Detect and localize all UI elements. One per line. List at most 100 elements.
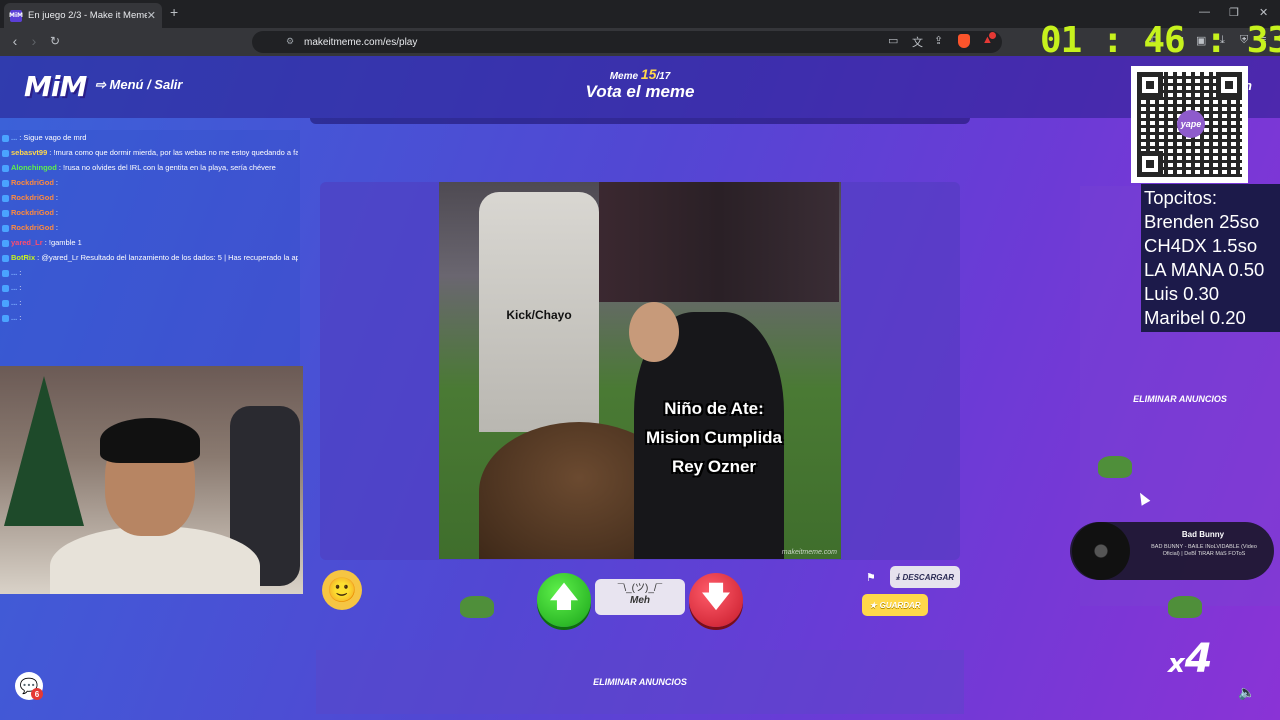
donation-entry: CH4DX 1.5so (1144, 235, 1258, 256)
christmas-tree (4, 376, 84, 526)
yape-logo: yape (1177, 110, 1205, 138)
chat-username[interactable]: RockdriGod (11, 223, 54, 232)
stream-chat: ...: Sigue vago de mrd sebasvt99: !mura c… (0, 130, 300, 366)
forward-icon[interactable]: › (25, 33, 43, 49)
ad-banner-bottom[interactable]: ELIMINAR ANUNCIOS (316, 650, 964, 714)
chat-username[interactable]: ... (11, 298, 17, 307)
chat-username[interactable]: RockdriGod (11, 193, 54, 202)
meme-caption-line: Niño de Ate: (664, 399, 764, 418)
remove-ads-label: ELIMINAR ANUNCIOS (593, 677, 687, 687)
chat-text: : (55, 178, 59, 187)
share-icon[interactable]: ⇪ (934, 34, 943, 47)
chat-username[interactable]: sebasvt99 (11, 148, 47, 157)
chat-message: RockdriGod: (2, 177, 298, 188)
chat-badge-icon (2, 149, 9, 157)
cast-icon[interactable]: ▭ (888, 34, 898, 47)
chat-message: RockdriGod: (2, 207, 298, 218)
meme-suit-man-head (629, 302, 679, 362)
back-icon[interactable]: ‹ (6, 33, 24, 49)
brave-shield-icon[interactable] (958, 34, 970, 48)
chat-username[interactable]: RockdriGod (11, 178, 54, 187)
top-donations-panel: Topcitos: Brenden 25so CH4DX 1.5so LA MA… (1141, 184, 1280, 332)
upvote-button[interactable]: 🡅 (537, 573, 591, 627)
qr-pattern: yape (1137, 72, 1242, 177)
remove-ads-label-right[interactable]: ELIMINAR ANUNCIOS (1080, 394, 1280, 404)
meme-caption: Niño de Ate: Mision Cumplida Rey Ozner (639, 394, 789, 481)
chat-badge-icon (2, 209, 9, 217)
donation-entry: LA MANA 0.50 (1144, 259, 1265, 280)
vinyl-disc-icon (1072, 522, 1130, 580)
chat-username[interactable]: ... (11, 268, 17, 277)
chat-message: ...: Sigue vago de mrd (2, 132, 298, 143)
chat-badge-icon (2, 179, 9, 187)
report-flag-icon[interactable]: ⚑ (866, 571, 876, 584)
donation-entry: Luis 0.30 (1144, 283, 1220, 304)
top-donations-title: Topcitos: (1144, 187, 1218, 208)
tab-title: En juego 2/3 - Make it Meme (28, 10, 147, 21)
game-header: MiM ⇨ Menú / Salir Meme 15/17 Vota el me… (0, 56, 1280, 118)
chat-text: : !mura como que dormir mierda, por las … (49, 148, 298, 157)
reload-icon[interactable]: ↻ (46, 34, 64, 48)
chat-badge-icon (2, 194, 9, 202)
chat-text: : @yared_Lr Resultado del lanzamiento de… (37, 253, 298, 262)
chat-message: yared_Lr: !gamble 1 (2, 237, 298, 248)
chat-badge-icon (2, 269, 9, 277)
chat-username[interactable]: Alonchingod (11, 163, 57, 172)
download-button[interactable]: ⤓ DESCARGAR (890, 566, 960, 588)
url-text: makeitmeme.com/es/play (304, 36, 418, 48)
page-title: Vota el meme (585, 82, 695, 101)
chat-message: RockdriGod: (2, 192, 298, 203)
game-page: MiM ⇨ Menú / Salir Meme 15/17 Vota el me… (0, 56, 1280, 720)
meme-background-people (599, 182, 839, 302)
menu-exit-link[interactable]: ⇨ Menú / Salir (95, 77, 182, 93)
chat-username[interactable]: ... (11, 133, 17, 142)
site-info-icon[interactable]: ⚙ (286, 36, 294, 47)
downvote-button[interactable]: 🡇 (689, 573, 743, 627)
chat-text: : (19, 283, 22, 292)
pepe-emote-icon (460, 596, 494, 618)
favicon-icon: MiM (9, 9, 23, 22)
chat-username[interactable]: BotRix (11, 253, 35, 262)
mim-logo[interactable]: MiM (24, 70, 87, 103)
header-progress-bar (310, 118, 970, 124)
chat-username[interactable]: ... (11, 313, 17, 322)
meme-counter: Meme 15/17 (540, 66, 740, 82)
close-tab-icon[interactable]: ✕ (147, 9, 156, 22)
chat-message: ...: (2, 267, 298, 278)
save-label: GUARDAR (879, 600, 921, 610)
browser-tab[interactable]: MiM En juego 2/3 - Make it Meme ✕ (4, 3, 162, 28)
qr-finder (1216, 72, 1242, 98)
maximize-icon[interactable]: ❐ (1229, 6, 1239, 19)
streamer-hair (100, 418, 200, 463)
chat-message: ...: (2, 312, 298, 323)
exit-icon: ⇨ (95, 77, 110, 92)
new-tab-icon[interactable]: + (170, 4, 178, 20)
meh-button[interactable]: ¯\_(ツ)_/¯ Meh (595, 579, 685, 615)
reaction-emoji-button[interactable]: 🙂 (322, 570, 362, 610)
volume-icon[interactable]: 🔈 (1238, 684, 1255, 701)
chat-username[interactable]: ... (11, 283, 17, 292)
meh-face: ¯\_(ツ)_/¯ (617, 583, 663, 594)
chat-text: : (19, 313, 22, 322)
chat-text: : (55, 208, 59, 217)
translate-icon[interactable]: 文 (912, 34, 923, 50)
chat-badge-icon (2, 299, 9, 307)
close-window-icon[interactable]: ✕ (1259, 6, 1268, 19)
pepe-emote-icon (1098, 456, 1132, 478)
download-icon: ⤓ (895, 572, 900, 581)
meme-caption-line: Mision Cumplida (646, 428, 782, 447)
chat-badge-icon (2, 284, 9, 292)
meme-caption-line: Rey Ozner (671, 457, 757, 476)
chat-text: : !rusa no olvides del IRL con la gentit… (58, 163, 276, 172)
chat-username[interactable]: yared_Lr (11, 238, 43, 247)
download-label: DESCARGAR (902, 572, 955, 582)
chat-username[interactable]: RockdriGod (11, 208, 54, 217)
minimize-icon[interactable]: — (1199, 6, 1210, 18)
save-button[interactable]: ★ GUARDAR (862, 594, 928, 616)
chat-message: sebasvt99: !mura como que dormir mierda,… (2, 147, 298, 158)
chat-badge-icon (2, 134, 9, 142)
notification-dot-icon (989, 32, 996, 39)
chat-message: ...: (2, 282, 298, 293)
now-playing-artist: Bad Bunny (1181, 530, 1225, 539)
multiplier-value: 4 (1184, 636, 1213, 682)
